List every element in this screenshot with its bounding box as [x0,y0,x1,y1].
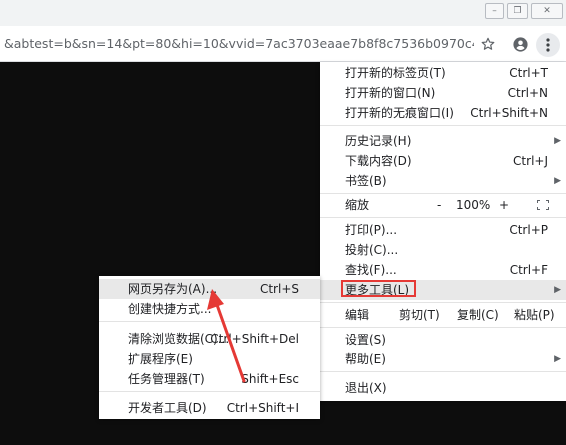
chevron-right-icon: ▶ [554,285,561,295]
chrome-main-menu: 打开新的标签页(T) Ctrl+T 打开新的窗口(N) Ctrl+N 打开新的无… [320,62,566,401]
star-icon[interactable] [478,34,498,54]
menu-item-new-tab[interactable]: 打开新的标签页(T) Ctrl+T [320,63,566,83]
highlight-box [341,280,416,297]
title-bar: – ❐ ✕ [0,0,566,26]
menu-item-find[interactable]: 查找(F)... Ctrl+F [320,260,566,280]
submenu-divider [99,321,320,322]
menu-item-history[interactable]: 历史记录(H) ▶ [320,131,566,151]
submenu-item-task-manager[interactable]: 任务管理器(T) Shift+Esc [99,369,320,389]
restore-icon: ❐ [513,6,522,16]
submenu-item-dev-tools[interactable]: 开发者工具(D) Ctrl+Shift+I [99,398,320,418]
copy-button[interactable]: 复制(C) [457,305,499,325]
zoom-out-button[interactable]: - [437,195,441,215]
chevron-right-icon: ▶ [554,176,561,186]
menu-divider [320,217,566,218]
menu-item-cast[interactable]: 投射(C)... [320,240,566,260]
account-icon[interactable] [510,34,530,54]
chevron-right-icon: ▶ [554,354,561,364]
submenu-item-save-page[interactable]: 网页另存为(A)... Ctrl+S [99,279,320,299]
menu-item-print[interactable]: 打印(P)... Ctrl+P [320,220,566,240]
menu-item-new-window[interactable]: 打开新的窗口(N) Ctrl+N [320,83,566,103]
menu-divider [320,193,566,194]
chevron-right-icon: ▶ [554,136,561,146]
menu-item-edit: 编辑 剪切(T) 复制(C) 粘贴(P) [320,305,566,325]
submenu-divider [99,391,320,392]
menu-divider [320,327,566,328]
menu-divider [320,371,566,372]
address-bar[interactable]: &abtest=b&sn=14&pt=80&hi=10&vvid=7ac3703… [4,34,474,54]
browser-toolbar: &abtest=b&sn=14&pt=80&hi=10&vvid=7ac3703… [0,26,566,62]
submenu-item-clear-data[interactable]: 清除浏览数据(C)... Ctrl+Shift+Del [99,329,320,349]
menu-divider [320,125,566,126]
cut-button[interactable]: 剪切(T) [399,305,440,325]
menu-item-incognito[interactable]: 打开新的无痕窗口(I) Ctrl+Shift+N [320,103,566,123]
restore-button[interactable]: ❐ [507,3,528,19]
menu-item-bookmarks[interactable]: 书签(B) ▶ [320,171,566,191]
more-vert-icon[interactable] [536,33,560,57]
submenu-item-create-shortcut[interactable]: 创建快捷方式... [99,299,320,319]
paste-button[interactable]: 粘贴(P) [514,305,555,325]
minimize-icon: – [492,6,497,16]
more-tools-submenu: 网页另存为(A)... Ctrl+S 创建快捷方式... 清除浏览数据(C)..… [99,276,320,419]
fullscreen-icon[interactable] [536,195,550,215]
zoom-level: 100% [456,198,491,212]
menu-item-settings[interactable]: 设置(S) [320,330,566,350]
menu-item-zoom: 缩放 - 100% + [320,195,566,215]
menu-divider [320,302,566,303]
submenu-item-extensions[interactable]: 扩展程序(E) [99,349,320,369]
close-icon: ✕ [543,6,551,16]
close-window-button[interactable]: ✕ [531,3,563,19]
menu-item-help[interactable]: 帮助(E) ▶ [320,349,566,369]
menu-item-downloads[interactable]: 下载内容(D) Ctrl+J [320,151,566,171]
minimize-button[interactable]: – [485,3,504,19]
menu-item-exit[interactable]: 退出(X) [320,378,566,398]
zoom-in-button[interactable]: + [499,195,509,215]
